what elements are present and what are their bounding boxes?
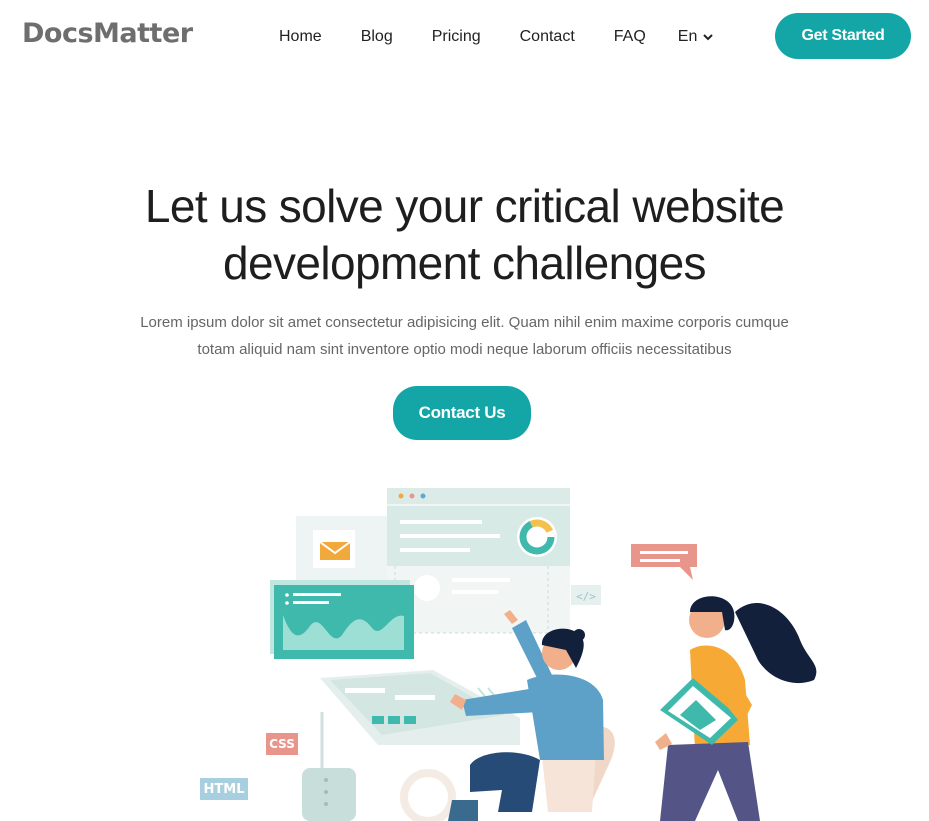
mail-icon (319, 541, 351, 560)
nav-pricing[interactable]: Pricing (432, 28, 481, 46)
gear-icon (400, 769, 456, 821)
main-nav: Home Blog Pricing Contact FAQ En (279, 28, 714, 46)
nav-home[interactable]: Home (279, 28, 322, 46)
hero-title-line-2: development challenges (223, 237, 707, 289)
hero-illustration: </> (270, 488, 817, 821)
standing-woman-figure (655, 596, 817, 821)
seated-man-figure (448, 610, 615, 821)
css-tag: CSS (266, 733, 298, 755)
html-tag: HTML (200, 778, 248, 800)
server-tower (302, 768, 356, 821)
nav-blog[interactable]: Blog (361, 28, 393, 46)
code-tag-label: </> (576, 590, 596, 603)
language-label: En (677, 28, 698, 45)
hero-subtitle-line-2: totam aliquid nam sint inventore optio m… (197, 341, 732, 358)
nav-contact[interactable]: Contact (520, 28, 575, 46)
donut-chart-icon (517, 517, 557, 557)
nav-faq[interactable]: FAQ (614, 28, 646, 46)
get-started-button[interactable]: Get Started (775, 13, 911, 59)
hero-title: Let us solve your critical website devel… (0, 178, 929, 292)
hero-subtitle-line-1: Lorem ipsum dolor sit amet consectetur a… (140, 314, 789, 331)
site-header: DocsMatter Home Blog Pricing Contact FAQ… (0, 0, 929, 76)
hero-title-line-1: Let us solve your critical website (144, 180, 785, 232)
logo[interactable]: DocsMatter (22, 18, 193, 49)
language-selector[interactable]: En (678, 28, 714, 46)
hero-subtitle: Lorem ipsum dolor sit amet consectetur a… (0, 309, 929, 363)
chevron-down-icon (703, 33, 714, 40)
contact-us-button[interactable]: Contact Us (393, 386, 531, 440)
